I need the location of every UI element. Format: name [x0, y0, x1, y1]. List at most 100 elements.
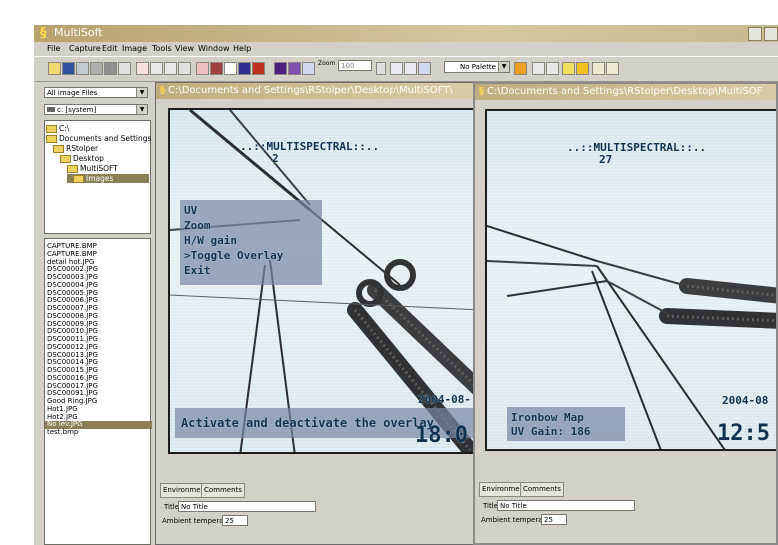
file-filter-select[interactable]: All image Files ▼: [44, 87, 148, 98]
copy-icon[interactable]: [150, 62, 163, 75]
chevron-down-icon: ▼: [498, 62, 509, 72]
file-list-item[interactable]: test.bmp: [47, 428, 78, 437]
marker-icon[interactable]: [576, 62, 589, 75]
tile-icon[interactable]: [418, 62, 431, 75]
app-logo-icon: §: [40, 26, 47, 41]
menu-view[interactable]: View: [175, 44, 194, 53]
osd-date: 2004-08-: [418, 393, 471, 406]
osd-time: 18:0: [415, 423, 468, 448]
paste-icon[interactable]: [164, 62, 177, 75]
tab-comments[interactable]: Comments: [520, 482, 564, 497]
tree-item-images[interactable]: Images: [67, 174, 149, 183]
tree-item-root[interactable]: C:\: [46, 124, 69, 133]
spot-icon[interactable]: [562, 62, 575, 75]
zoom-value: 100: [341, 62, 355, 70]
tree-item-label: Images: [86, 174, 114, 183]
record-icon[interactable]: [252, 62, 265, 75]
tree-item-label: RStolper: [66, 144, 99, 153]
filter-icon[interactable]: [288, 62, 301, 75]
draw-icon[interactable]: [210, 62, 223, 75]
window-title: C:\Documents and Settings\RStolper\Deskt…: [487, 86, 763, 97]
grid-icon[interactable]: [390, 62, 403, 75]
palette-select[interactable]: No Palette ▼: [444, 61, 510, 73]
maximize-button[interactable]: [764, 27, 778, 41]
ambient-input[interactable]: 25: [222, 515, 248, 526]
menu-image[interactable]: Image: [122, 44, 147, 53]
camera-icon[interactable]: [104, 62, 117, 75]
folder-tree[interactable]: C:\ Documents and Settings RStolper Desk…: [44, 120, 151, 234]
osd-menu-item: Exit: [184, 264, 211, 277]
menu-capture[interactable]: Capture: [69, 44, 101, 53]
tree-item-user[interactable]: RStolper: [53, 144, 98, 153]
title-value: No Title: [181, 503, 208, 511]
zoom-stepper[interactable]: [376, 62, 386, 75]
profile-icon[interactable]: [546, 62, 559, 75]
osd-status-map: Ironbow Map: [511, 411, 584, 424]
window-icon[interactable]: [404, 62, 417, 75]
title-input[interactable]: No Title: [178, 501, 316, 512]
page-icon[interactable]: [224, 62, 237, 75]
folder-open-icon: [73, 175, 84, 183]
palette-value: No Palette: [460, 63, 496, 71]
menu-window[interactable]: Window: [198, 44, 230, 53]
cut-icon[interactable]: [136, 62, 149, 75]
export-icon[interactable]: [606, 62, 619, 75]
title-value: No Title: [500, 502, 527, 510]
settings-icon[interactable]: [118, 62, 131, 75]
print-icon[interactable]: [90, 62, 103, 75]
image-window-1-titlebar[interactable]: § C:\Documents and Settings\RStolper\Desk…: [156, 83, 476, 99]
folder-icon: [46, 125, 57, 133]
thermal-image-2[interactable]: ..::MULTISPECTRAL::.. 27 Ironbow Map UV …: [485, 109, 776, 451]
palette-edit-icon[interactable]: [514, 62, 527, 75]
tree-item-documents[interactable]: Documents and Settings: [46, 134, 151, 143]
tab-comments[interactable]: Comments: [201, 483, 245, 498]
osd-menu: UV Zoom H/W gain >Toggle Overlay Exit: [180, 200, 322, 285]
file-filter-value: All image Files: [47, 89, 98, 97]
minimize-button[interactable]: [748, 27, 762, 41]
drive-icon: [47, 107, 55, 112]
title-input[interactable]: No Title: [497, 500, 635, 511]
menu-edit[interactable]: Edit: [102, 44, 118, 53]
folder-open-icon: [46, 135, 57, 143]
report-icon[interactable]: [592, 62, 605, 75]
menu-tools[interactable]: Tools: [152, 44, 172, 53]
save-icon[interactable]: [62, 62, 75, 75]
osd-time: 12:5: [717, 421, 770, 446]
image-icon[interactable]: [238, 62, 251, 75]
osd-status-gain: UV Gain: 186: [511, 425, 591, 438]
tree-item-label: C:\: [59, 124, 70, 133]
osd-number: 2: [272, 152, 279, 165]
folder-open-icon: [67, 165, 78, 173]
title-bar[interactable]: § MultiSoft: [34, 25, 778, 42]
zoom-input[interactable]: 100: [338, 60, 372, 71]
menu-help[interactable]: Help: [233, 44, 251, 53]
app-window: § MultiSoft File Capture Edit Image Tool…: [34, 25, 778, 545]
osd-date: 2004-08: [722, 394, 769, 407]
chevron-down-icon: ▼: [136, 88, 147, 97]
app-title: MultiSoft: [54, 26, 103, 39]
ambient-value: 25: [544, 516, 553, 524]
thermal-image-1[interactable]: ..::MULTISPECTRAL::.. 2 UV Zoom H/W gain…: [168, 108, 476, 454]
osd-hint: Activate and deactivate the overlay: [181, 416, 434, 430]
drive-select[interactable]: c: [system] ▼: [44, 104, 148, 115]
down-arrow-icon[interactable]: [302, 62, 315, 75]
tree-item-multisoft[interactable]: MultiSOFT: [67, 164, 118, 173]
image-window-1[interactable]: § C:\Documents and Settings\RStolper\Desk…: [155, 82, 477, 545]
menu-file[interactable]: File: [47, 44, 60, 53]
image-info-panel-1: Environment Comments Title No Title Ambi…: [156, 480, 476, 544]
image-window-2-titlebar[interactable]: § C:\Documents and Settings\RStolper\Desk…: [475, 84, 776, 100]
color-icon[interactable]: [274, 62, 287, 75]
open-icon[interactable]: [48, 62, 61, 75]
tree-item-desktop[interactable]: Desktop: [60, 154, 104, 163]
image-window-2[interactable]: § C:\Documents and Settings\RStolper\Desk…: [473, 82, 778, 545]
osd-status-panel: Ironbow Map UV Gain: 186: [507, 407, 625, 441]
histogram-icon[interactable]: [532, 62, 545, 75]
folder-open-icon: [60, 155, 71, 163]
capture-icon[interactable]: [76, 62, 89, 75]
zoom-label: Zoom: [318, 60, 336, 67]
undo-icon[interactable]: [178, 62, 191, 75]
ambient-input[interactable]: 25: [541, 514, 567, 525]
file-list[interactable]: CAPTURE.BMP CAPTURE.BMP detail hot.JPG DSC0…: [44, 238, 152, 545]
palette-icon[interactable]: [196, 62, 209, 75]
title-label: Title: [164, 503, 180, 511]
